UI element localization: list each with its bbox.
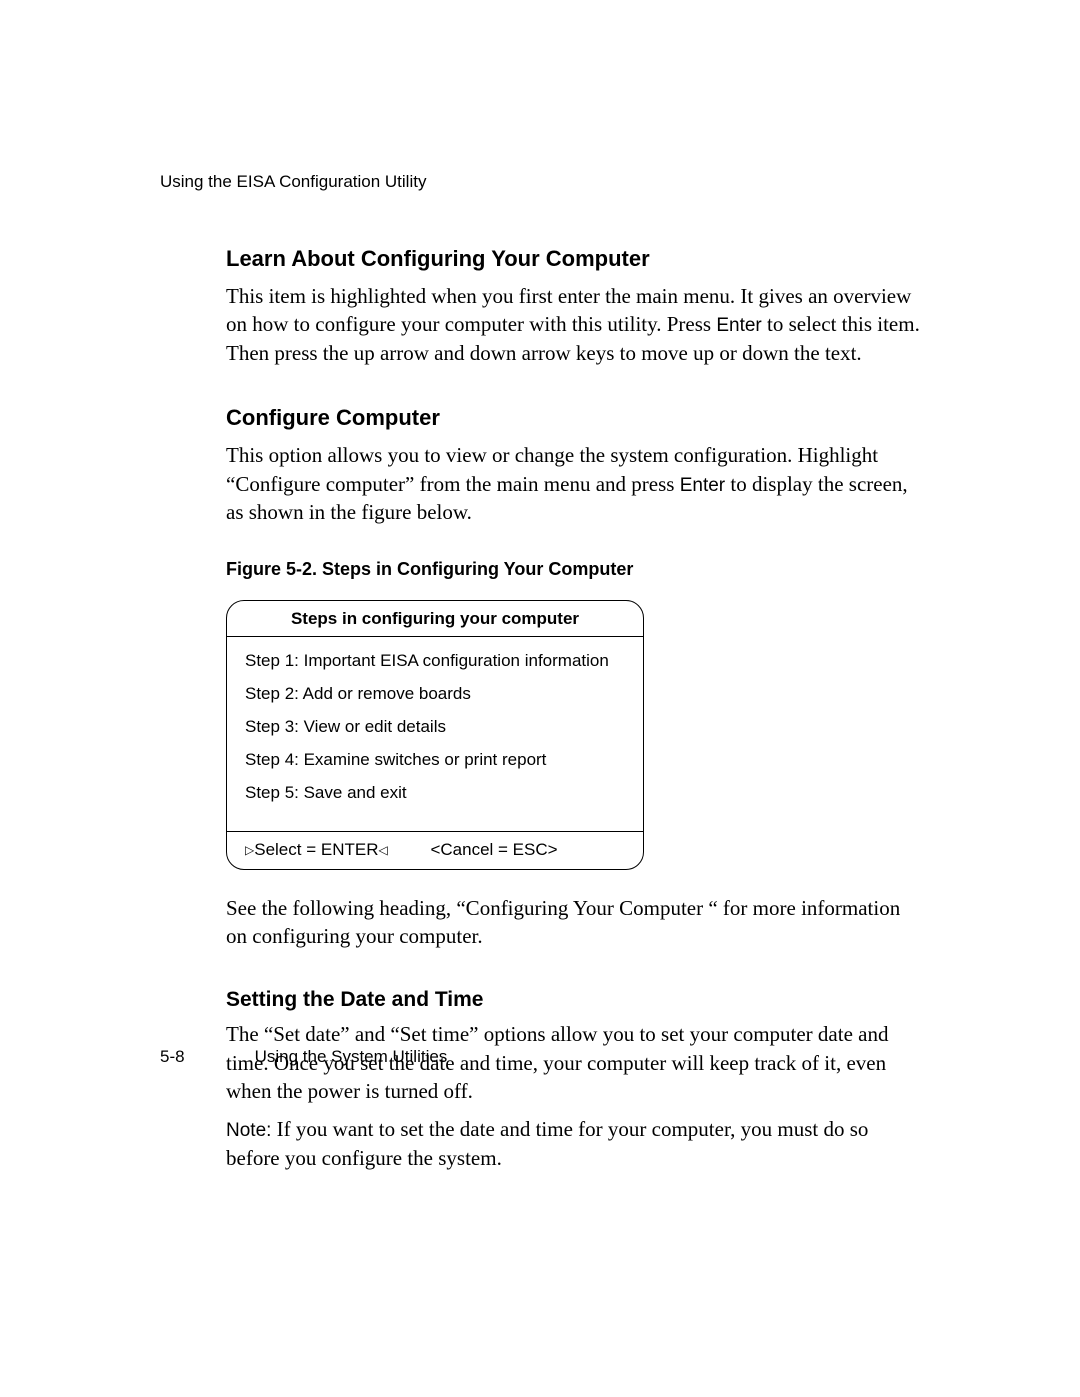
- select-enter-text: Select = ENTER: [254, 840, 378, 859]
- figure-title: Steps in configuring your computer: [227, 601, 643, 637]
- figure-footer-cancel: <Cancel = ESC>: [430, 840, 557, 859]
- para-configure-computer: This option allows you to view or change…: [226, 441, 922, 526]
- figure-footer: ▷Select = ENTER◁ <Cancel = ESC>: [227, 831, 643, 869]
- triangle-right-icon: ▷: [245, 843, 254, 857]
- footer-title: Using the System Utilities: [255, 1047, 448, 1066]
- para-note: Note: If you want to set the date and ti…: [226, 1115, 922, 1172]
- figure-caption: Figure 5-2. Steps in Configuring Your Co…: [226, 559, 922, 580]
- para-learn-about: This item is highlighted when you first …: [226, 282, 922, 367]
- enter-key-text: Enter: [716, 315, 761, 336]
- heading-configure-computer: Configure Computer: [226, 405, 922, 431]
- figure-box: Steps in configuring your computer Step …: [226, 600, 644, 870]
- para-after-figure: See the following heading, “Configuring …: [226, 894, 922, 951]
- enter-key-text-2: Enter: [680, 475, 725, 496]
- figure-step: Step 2: Add or remove boards: [245, 684, 625, 704]
- figure-footer-select: ▷Select = ENTER◁: [245, 840, 388, 859]
- figure-step: Step 5: Save and exit: [245, 783, 625, 803]
- page-content: Learn About Configuring Your Computer Th…: [226, 246, 922, 1172]
- running-header: Using the EISA Configuration Utility: [160, 172, 922, 192]
- figure-step: Step 1: Important EISA configuration inf…: [245, 651, 625, 671]
- figure-steps-list: Step 1: Important EISA configuration inf…: [227, 637, 643, 831]
- heading-learn-about: Learn About Configuring Your Computer: [226, 246, 922, 272]
- figure-step: Step 4: Examine switches or print report: [245, 750, 625, 770]
- triangle-left-icon: ◁: [378, 843, 387, 857]
- page-footer: 5-8 Using the System Utilities: [160, 1047, 447, 1067]
- heading-setting-date-time: Setting the Date and Time: [226, 988, 922, 1012]
- figure-step: Step 3: View or edit details: [245, 717, 625, 737]
- note-body: If you want to set the date and time for…: [226, 1117, 868, 1170]
- note-label: Note:: [226, 1120, 271, 1141]
- page-number: 5-8: [160, 1047, 185, 1066]
